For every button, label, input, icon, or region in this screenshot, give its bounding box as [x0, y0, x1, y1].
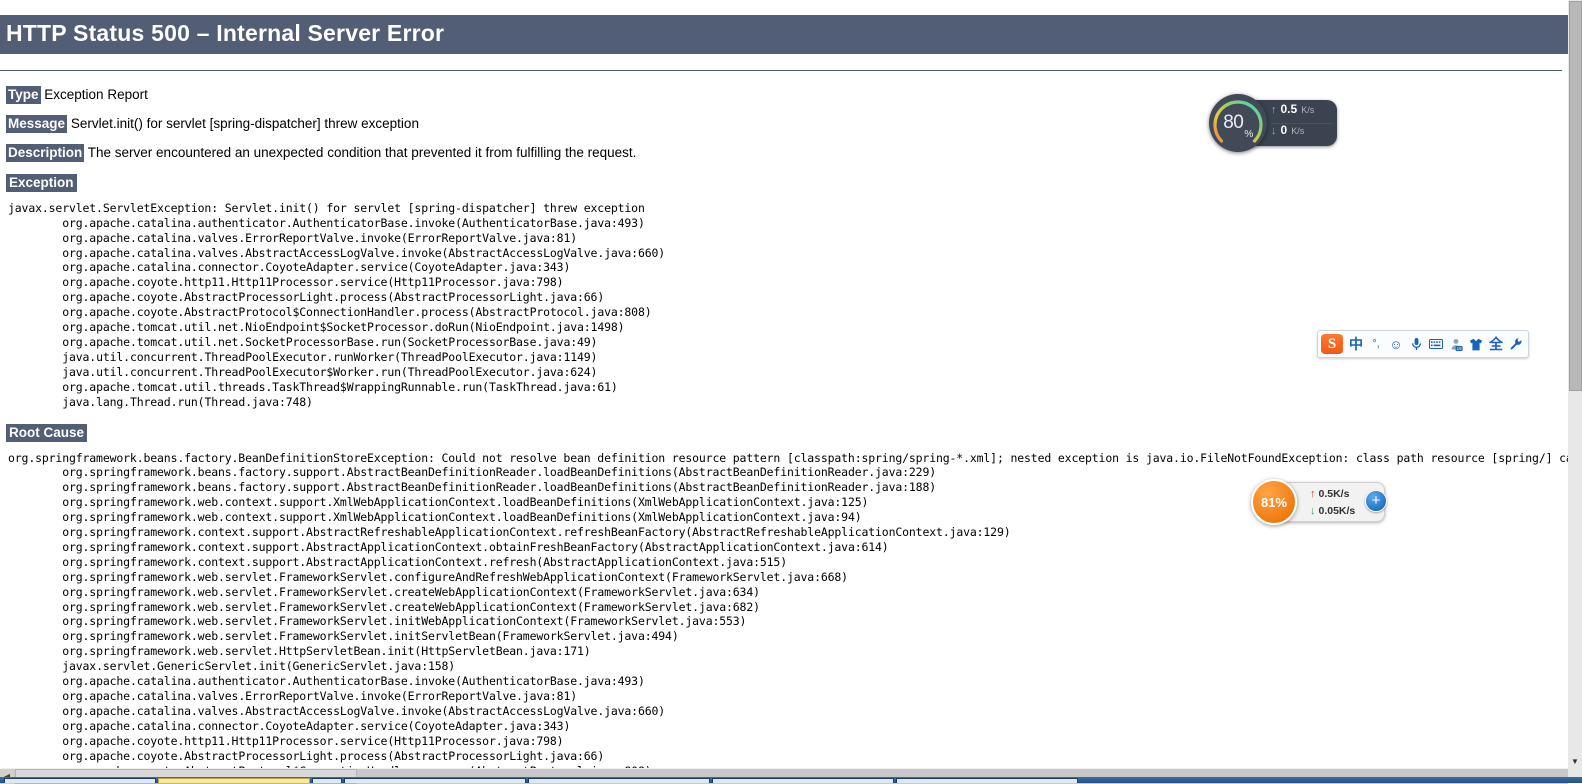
- sogou-logo-icon[interactable]: S: [1321, 334, 1343, 354]
- user-badge-icon[interactable]: 18: [1446, 333, 1466, 355]
- network-speed-widget-orange[interactable]: ↑ 0.5K/s ↓ 0.05K/s 81% +: [1251, 479, 1387, 525]
- network-speed-widget-dark[interactable]: ↑ 0.5 K/s ↓ 0 K/s 80%: [1209, 94, 1337, 152]
- download-arrow-icon: ↓: [1271, 125, 1277, 137]
- type-label: Type: [6, 85, 41, 104]
- toolbox-wrench-icon[interactable]: [1506, 333, 1526, 355]
- taskbar[interactable]: [0, 777, 1582, 783]
- download-speed-unit: K/s: [1291, 126, 1305, 136]
- soft-keyboard-icon[interactable]: [1426, 333, 1446, 355]
- root-cause-heading: Root Cause: [6, 423, 88, 442]
- upload-speed-value: 0.5K/s: [1318, 487, 1350, 500]
- error-info-block: Type Exception Report Message Servlet.in…: [0, 85, 1568, 768]
- exception-heading: Exception: [6, 173, 77, 192]
- download-speed-value: 0: [1280, 123, 1288, 137]
- microphone-glyph: [1411, 338, 1421, 350]
- taskbar-item[interactable]: [158, 778, 310, 783]
- description-value: The server encountered an unexpected con…: [87, 144, 637, 160]
- microphone-icon[interactable]: [1406, 333, 1426, 355]
- download-speed-row: ↓ 0 K/s: [1271, 123, 1337, 144]
- punctuation-icon[interactable]: °,: [1366, 333, 1386, 355]
- cpu-usage-percent: 80%: [1209, 94, 1267, 152]
- page-title: HTTP Status 500 – Internal Server Error: [0, 15, 1568, 55]
- description-label: Description: [6, 143, 85, 162]
- taskbar-item[interactable]: [896, 778, 1078, 783]
- scroll-down-arrow-icon[interactable]: ▼: [1568, 754, 1582, 768]
- keyboard-glyph: [1429, 339, 1443, 349]
- upload-speed-row: ↑ 0.5 K/s: [1271, 102, 1337, 123]
- svg-text:18: 18: [1456, 346, 1461, 351]
- upload-speed-value: 0.5: [1280, 102, 1298, 116]
- cpu-usage-symbol: %: [1244, 129, 1253, 140]
- vertical-scrollbar[interactable]: ▲ ▼: [1568, 0, 1582, 783]
- taskbar-item[interactable]: [712, 778, 894, 783]
- download-arrow-icon: ↓: [1310, 504, 1316, 517]
- vertical-scroll-thumb[interactable]: [1569, 1, 1582, 391]
- upload-arrow-icon: ↑: [1271, 104, 1277, 116]
- type-value: Exception Report: [44, 86, 148, 102]
- ime-toolbar[interactable]: S 中 °, ☺ 18 全: [1317, 330, 1529, 358]
- cpu-usage-number: 80: [1223, 112, 1244, 133]
- skin-shirt-icon[interactable]: [1466, 333, 1486, 355]
- emoji-icon[interactable]: ☺: [1386, 333, 1406, 355]
- taskbar-item[interactable]: [312, 778, 342, 783]
- taskbar-item[interactable]: [528, 778, 710, 783]
- shirt-glyph: [1470, 338, 1482, 350]
- taskbar-item[interactable]: [4, 778, 156, 783]
- message-value: Servlet.init() for servlet [spring-dispa…: [70, 115, 419, 131]
- download-speed-value: 0.05K/s: [1318, 504, 1356, 517]
- memory-usage-badge[interactable]: 81%: [1251, 479, 1297, 525]
- panel-divider: [1271, 123, 1333, 124]
- upload-speed-unit: K/s: [1301, 105, 1315, 115]
- taskbar-item[interactable]: [344, 778, 526, 783]
- add-button[interactable]: +: [1365, 490, 1387, 512]
- exception-stack-trace: javax.servlet.ServletException: Servlet.…: [8, 200, 666, 409]
- title-divider: [0, 69, 1562, 71]
- full-width-icon[interactable]: 全: [1486, 333, 1506, 355]
- message-label: Message: [6, 114, 68, 133]
- upload-arrow-icon: ↑: [1310, 487, 1316, 500]
- user-badge-glyph: 18: [1451, 338, 1463, 351]
- chinese-mode-icon[interactable]: 中: [1346, 333, 1366, 355]
- wrench-glyph: [1510, 338, 1522, 350]
